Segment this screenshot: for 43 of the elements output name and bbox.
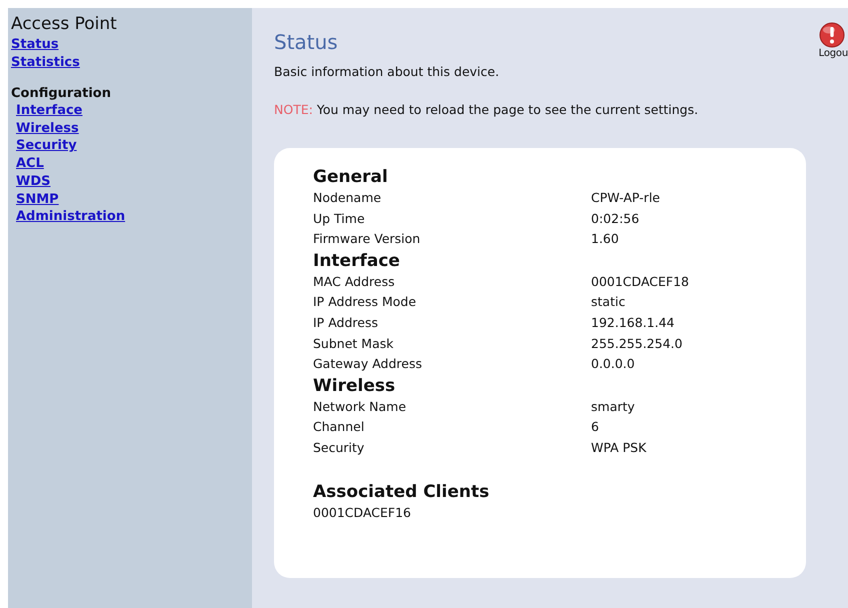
nav-link[interactable]: Status	[11, 36, 59, 54]
field-value: 1.60	[591, 230, 619, 248]
nav-link[interactable]: Wireless	[16, 120, 79, 138]
field-label: Subnet Mask	[313, 334, 394, 353]
field-label: Firmware Version	[313, 230, 422, 248]
nav-link[interactable]: ACL	[16, 155, 44, 173]
field-label: Up Time	[313, 210, 366, 228]
nav-link[interactable]: Security	[16, 137, 77, 156]
field-label: Channel	[313, 418, 366, 436]
field-value: 0:02:56	[591, 210, 640, 228]
logout-button[interactable]: Logou	[810, 22, 848, 59]
field-label: Network Name	[313, 398, 408, 416]
section-heading: Associated Clients	[313, 480, 490, 503]
client-address: 0001CDACEF16	[313, 504, 411, 522]
field-label: Gateway Address	[313, 355, 423, 374]
field-value: 255.255.254.0	[591, 334, 682, 353]
nav-link[interactable]: Interface	[16, 102, 82, 120]
nav-link[interactable]: SNMP	[16, 190, 59, 208]
field-value: static	[591, 293, 626, 312]
field-value: 6	[591, 418, 599, 436]
field-value: smarty	[591, 398, 635, 416]
field-value: 192.168.1.44	[591, 314, 674, 332]
nav-link[interactable]: Statistics	[11, 54, 80, 72]
field-label: Security	[313, 438, 366, 457]
nav-link[interactable]: Administration	[16, 208, 126, 226]
page-title: Status	[274, 30, 338, 54]
section-heading: Configuration	[11, 86, 112, 102]
section-heading: Wireless	[313, 374, 396, 397]
sidebar-title: Access Point	[11, 14, 118, 34]
note-text: NOTE: You may need to reload the page to see the current settings.	[274, 102, 698, 117]
alert-icon	[819, 22, 845, 48]
field-label: IP Address	[313, 314, 379, 332]
field-value: 0.0.0.0	[591, 355, 635, 374]
field-value: WPA PSK	[591, 438, 646, 457]
section-heading: General	[313, 166, 388, 188]
page-description: Basic information about this device.	[274, 64, 500, 79]
section-heading: Interface	[313, 250, 400, 272]
field-value: CPW-AP-rle	[591, 189, 660, 207]
field-label: MAC Address	[313, 272, 396, 291]
field-label: Nodename	[313, 189, 382, 207]
field-value: 0001CDACEF18	[591, 272, 689, 291]
nav-link[interactable]: WDS	[16, 172, 50, 191]
field-label: IP Address Mode	[313, 293, 418, 312]
